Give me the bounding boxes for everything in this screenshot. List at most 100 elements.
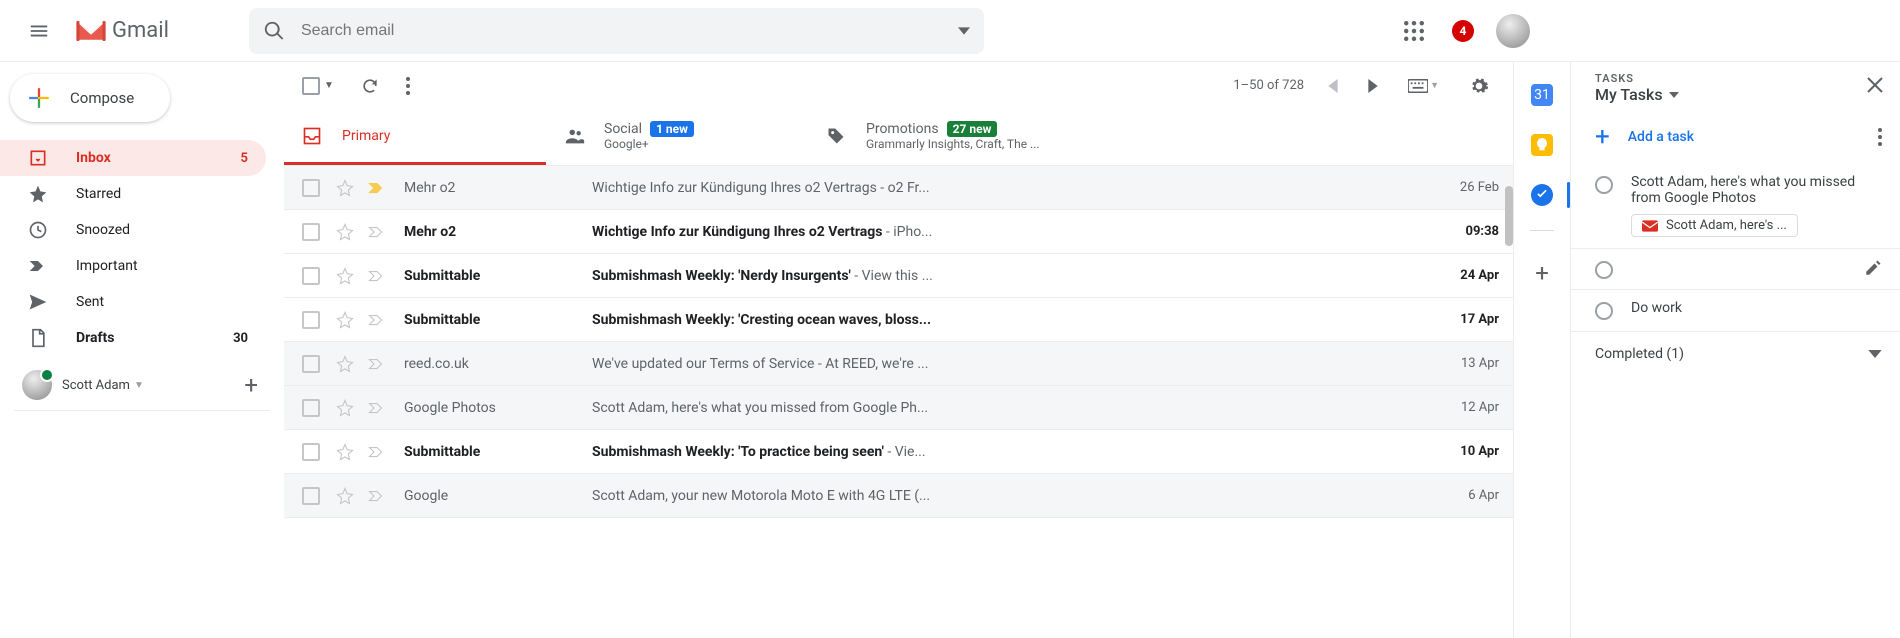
keep-icon[interactable] xyxy=(1531,134,1553,156)
add-task-button[interactable]: + xyxy=(1595,124,1610,150)
task-email-chip[interactable]: Scott Adam, here's ... xyxy=(1631,214,1798,237)
thread-date: 24 Apr xyxy=(1460,268,1499,283)
get-addons-icon[interactable]: + xyxy=(1535,259,1549,287)
row-checkbox[interactable] xyxy=(302,223,320,241)
refresh-icon[interactable] xyxy=(360,76,380,96)
task-complete-toggle[interactable] xyxy=(1595,176,1613,194)
next-page-icon[interactable] xyxy=(1362,73,1384,99)
sidebar-item-drafts[interactable]: Drafts 30 xyxy=(0,320,266,356)
row-checkbox[interactable] xyxy=(302,355,320,373)
thread-sender: Google xyxy=(404,488,592,504)
thread-sender: Submittable xyxy=(404,312,592,328)
sidebar-item-sent[interactable]: Sent xyxy=(0,284,266,320)
prev-page-icon[interactable] xyxy=(1322,73,1344,99)
sidebar-item-starred[interactable]: Starred xyxy=(0,176,266,212)
sidebar-item-inbox[interactable]: Inbox 5 xyxy=(0,140,266,176)
tab-label: Promotions xyxy=(866,121,939,137)
task-item[interactable]: Scott Adam, here's what you missed from … xyxy=(1571,164,1900,248)
importance-icon[interactable] xyxy=(368,401,386,415)
row-checkbox[interactable] xyxy=(302,311,320,329)
thread-row[interactable]: reed.co.uk We've updated our Terms of Se… xyxy=(284,342,1513,386)
star-icon xyxy=(28,184,52,204)
task-complete-toggle[interactable] xyxy=(1595,261,1613,279)
calendar-icon[interactable]: 31 xyxy=(1531,84,1553,106)
sidebar-item-important[interactable]: Important xyxy=(0,248,266,284)
task-item[interactable]: Do work xyxy=(1571,290,1900,331)
thread-row[interactable]: Google Photos Scott Adam, here's what yo… xyxy=(284,386,1513,430)
google-apps-icon[interactable] xyxy=(1396,13,1432,49)
star-icon[interactable] xyxy=(336,355,354,373)
close-icon[interactable] xyxy=(1866,76,1884,94)
thread-row[interactable]: Mehr o2 Wichtige Info zur Kündigung Ihre… xyxy=(284,210,1513,254)
tab-promotions[interactable]: Promotions27 new Grammarly Insights, Cra… xyxy=(808,110,1070,165)
row-checkbox[interactable] xyxy=(302,443,320,461)
divider xyxy=(1530,230,1554,231)
gmail-logo[interactable]: Gmail xyxy=(76,18,169,43)
sent-icon xyxy=(28,292,52,312)
input-tools-icon[interactable]: ▼ xyxy=(1402,73,1445,99)
tab-badge: 27 new xyxy=(947,121,998,137)
search-bar[interactable] xyxy=(249,8,984,54)
star-icon[interactable] xyxy=(336,487,354,505)
thread-row[interactable]: Google Scott Adam, your new Motorola Mot… xyxy=(284,474,1513,518)
new-chat-icon[interactable]: + xyxy=(244,373,258,397)
page-count[interactable]: 1–50 of 728 xyxy=(1233,78,1304,93)
star-icon[interactable] xyxy=(336,267,354,285)
thread-row[interactable]: Mehr o2 Wichtige Info zur Kündigung Ihre… xyxy=(284,166,1513,210)
notifications-badge[interactable]: 4 xyxy=(1452,20,1474,42)
tasks-list-selector[interactable]: My Tasks xyxy=(1595,85,1866,104)
app-header: Gmail 4 xyxy=(0,0,1900,62)
search-options-icon[interactable] xyxy=(958,25,970,37)
tab-primary[interactable]: Primary xyxy=(284,110,546,165)
importance-icon[interactable] xyxy=(368,181,386,195)
thread-row[interactable]: Submittable Submishmash Weekly: 'Nerdy I… xyxy=(284,254,1513,298)
search-input[interactable] xyxy=(301,22,958,40)
importance-icon[interactable] xyxy=(368,489,386,503)
task-item[interactable] xyxy=(1571,248,1900,290)
edit-icon[interactable] xyxy=(1864,259,1882,279)
row-checkbox[interactable] xyxy=(302,179,320,197)
row-checkbox[interactable] xyxy=(302,399,320,417)
row-checkbox[interactable] xyxy=(302,487,320,505)
account-avatar[interactable] xyxy=(1496,14,1530,48)
row-checkbox[interactable] xyxy=(302,267,320,285)
importance-icon[interactable] xyxy=(368,313,386,327)
completed-section[interactable]: Completed (1) xyxy=(1571,331,1900,376)
inbox-icon xyxy=(28,148,52,168)
tasks-icon[interactable] xyxy=(1531,184,1553,206)
add-task-label[interactable]: Add a task xyxy=(1628,129,1694,145)
search-icon[interactable] xyxy=(263,20,285,42)
sidebar-item-snoozed[interactable]: Snoozed xyxy=(0,212,266,248)
select-all-checkbox[interactable]: ▼ xyxy=(302,77,334,95)
hangouts-username[interactable]: Scott Adam xyxy=(62,378,130,393)
star-icon[interactable] xyxy=(336,399,354,417)
task-text: Scott Adam, here's what you missed from … xyxy=(1631,174,1882,206)
chevron-down-icon xyxy=(1669,92,1679,98)
importance-icon[interactable] xyxy=(368,445,386,459)
tab-label: Primary xyxy=(342,128,390,144)
star-icon[interactable] xyxy=(336,443,354,461)
importance-icon[interactable] xyxy=(368,269,386,283)
tag-icon xyxy=(826,126,848,146)
star-icon[interactable] xyxy=(336,223,354,241)
chevron-down-icon[interactable]: ▼ xyxy=(134,380,144,391)
hangouts-avatar[interactable] xyxy=(22,370,52,400)
star-icon[interactable] xyxy=(336,311,354,329)
more-icon[interactable] xyxy=(406,77,410,95)
scrollbar-thumb[interactable] xyxy=(1505,186,1513,246)
main-pane: ▼ 1–50 of 728 ▼ Primary xyxy=(284,62,1514,638)
importance-icon[interactable] xyxy=(368,225,386,239)
thread-row[interactable]: Submittable Submishmash Weekly: 'To prac… xyxy=(284,430,1513,474)
importance-icon[interactable] xyxy=(368,357,386,371)
task-complete-toggle[interactable] xyxy=(1595,302,1613,320)
star-icon[interactable] xyxy=(336,179,354,197)
thread-list: Mehr o2 Wichtige Info zur Kündigung Ihre… xyxy=(284,166,1513,518)
settings-icon[interactable] xyxy=(1463,70,1495,102)
thread-subject: Scott Adam, your new Motorola Moto E wit… xyxy=(592,488,1454,504)
compose-button[interactable]: Compose xyxy=(10,74,170,122)
tab-social[interactable]: Social1 new Google+ xyxy=(546,110,808,165)
menu-icon[interactable] xyxy=(20,12,58,50)
thread-row[interactable]: Submittable Submishmash Weekly: 'Crestin… xyxy=(284,298,1513,342)
divider xyxy=(14,410,270,411)
tasks-menu-icon[interactable] xyxy=(1878,128,1882,146)
